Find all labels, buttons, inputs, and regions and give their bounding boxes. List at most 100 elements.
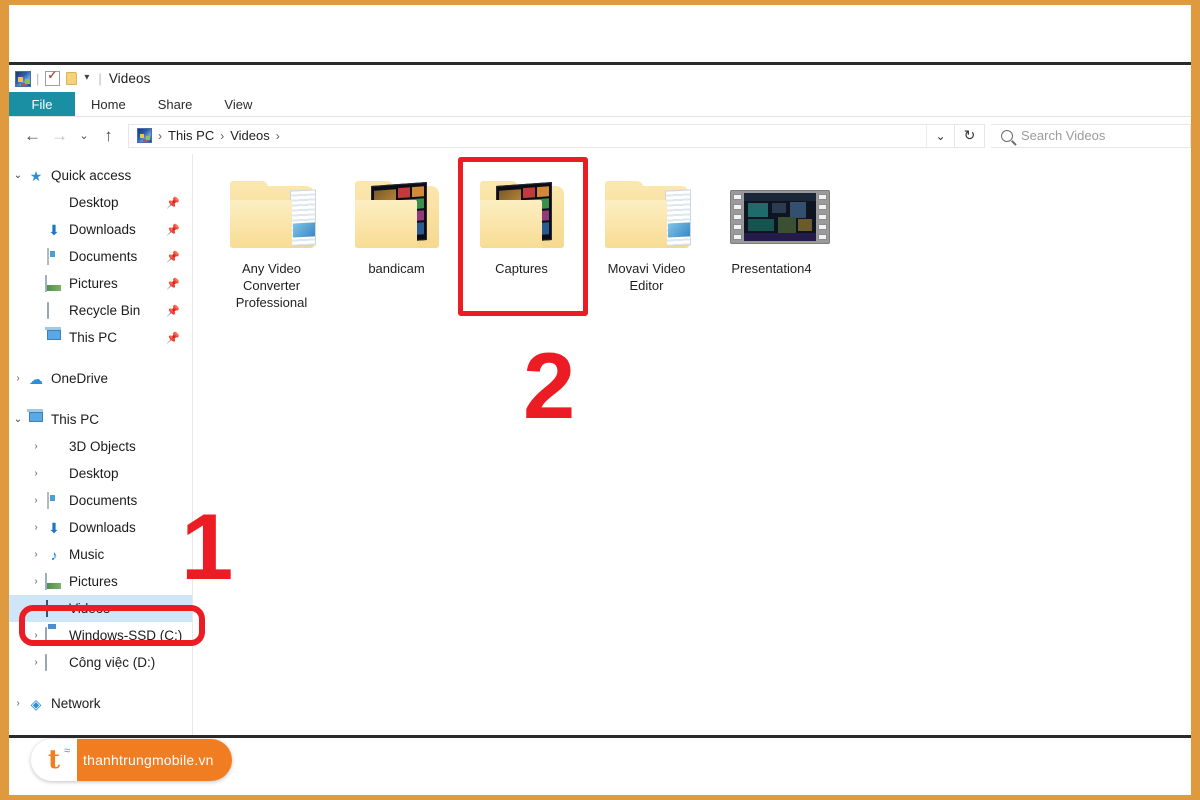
breadcrumb-videos[interactable]: Videos [226,128,274,143]
refresh-button[interactable]: ↻ [955,123,985,148]
desktop-icon [45,195,63,211]
sidebar-group-quick-access[interactable]: ⌄ ★ Quick access [9,162,192,189]
address-bar[interactable]: › This PC › Videos › ⌄ [128,123,955,148]
sidebar-item-recycle-bin[interactable]: Recycle Bin 📌 [9,297,192,324]
sidebar-item-documents[interactable]: › Documents [9,487,192,514]
file-item-presentation4[interactable]: Presentation4 [709,168,834,277]
document-icon [45,491,63,509]
file-item-movavi-video-editor[interactable]: Movavi Video Editor [584,168,709,294]
download-icon: ⬇ [48,221,60,238]
cloud-icon: ☁ [29,370,43,387]
chevron-right-icon[interactable]: › [27,468,45,479]
chevron-right-icon[interactable]: › [9,698,27,709]
tab-view[interactable]: View [208,92,268,116]
sidebar-item-music[interactable]: › ♪ Music [9,541,192,568]
chevron-right-icon[interactable]: › [27,522,45,533]
sidebar-item-label: Downloads [69,520,136,535]
file-explorer-window: | ▾ | Videos File Home Share View ← → ⌄ … [9,62,1191,738]
pin-icon[interactable]: 📌 [166,250,180,263]
back-button[interactable]: ← [19,122,46,150]
content-pane[interactable]: Any Video Converter Professional bandica… [193,154,1191,735]
folder-icon [599,174,695,252]
network-icon: ◈ [30,695,42,712]
sidebar-item-label: Windows-SSD (C:) [69,628,183,643]
orange-photo-frame: | ▾ | Videos File Home Share View ← → ⌄ … [0,0,1200,800]
tab-home[interactable]: Home [75,92,142,116]
chevron-down-icon[interactable]: ⌄ [9,414,27,425]
recent-locations-icon[interactable]: ⌄ [73,122,95,150]
sidebar-item-cong-viec-d[interactable]: › Công việc (D:) [9,649,192,676]
sidebar-item-desktop[interactable]: › Desktop [9,460,192,487]
breadcrumb-separator-2: › [275,128,280,143]
chevron-right-icon[interactable]: › [27,495,45,506]
pin-icon[interactable]: 📌 [166,277,180,290]
sidebar-item-label: Network [51,696,101,711]
picture-icon [45,572,63,590]
breadcrumb-this-pc[interactable]: This PC [164,128,218,143]
pin-icon[interactable]: 📌 [166,223,180,236]
sidebar-item-this-pc-qa[interactable]: This PC 📌 [9,324,192,351]
tab-share[interactable]: Share [142,92,209,116]
sidebar-item-label: Documents [69,493,138,508]
new-folder-icon[interactable] [63,70,80,87]
search-box[interactable]: Search Videos [991,123,1191,148]
3d-objects-icon [45,439,63,455]
sidebar-item-windows-ssd-c[interactable]: › Windows-SSD (C:) [9,622,192,649]
chevron-down-icon[interactable]: ▾ [82,72,93,86]
this-pc-icon [27,412,45,428]
tab-file[interactable]: File [9,92,75,116]
watermark-badge: t ≈ thanhtrungmobile.vn [31,739,232,781]
sidebar-item-downloads-qa[interactable]: ⬇ Downloads 📌 [9,216,192,243]
address-bar-icon [137,128,152,143]
forward-button[interactable]: → [46,122,73,150]
step-2-number: 2 [523,333,576,438]
sidebar-label-quick-access: Quick access [51,168,132,183]
file-item-captures[interactable]: Captures [459,168,584,277]
sidebar-item-videos[interactable]: › Videos [9,595,192,622]
pin-icon[interactable]: 📌 [166,304,180,317]
pin-icon[interactable]: 📌 [166,331,180,344]
address-dropdown-icon[interactable]: ⌄ [926,123,954,148]
watermark-logo: t ≈ [31,739,77,781]
recycle-bin-icon [45,301,63,319]
chevron-right-icon[interactable]: › [27,603,45,614]
sidebar-item-downloads[interactable]: › ⬇ Downloads [9,514,192,541]
sidebar-item-label: OneDrive [51,371,109,386]
chevron-right-icon[interactable]: › [27,630,45,641]
sidebar-item-pictures-qa[interactable]: Pictures 📌 [9,270,192,297]
file-item-any-video-converter-professional[interactable]: Any Video Converter Professional [209,168,334,311]
chevron-right-icon[interactable]: › [27,441,45,452]
sidebar-item-onedrive[interactable]: › ☁ OneDrive [9,365,192,392]
pin-icon[interactable]: 📌 [166,196,180,209]
sidebar-label-this-pc: This PC [51,412,100,427]
file-grid: Any Video Converter Professional bandica… [209,168,1191,311]
folder-icon [224,174,320,252]
videos-icon [45,599,63,617]
chevron-right-icon[interactable]: › [27,549,45,560]
this-pc-icon [45,330,63,346]
file-item-bandicam[interactable]: bandicam [334,168,459,277]
file-item-label: Movavi Video Editor [607,261,686,293]
music-icon: ♪ [50,546,58,563]
properties-icon[interactable] [44,68,61,87]
sidebar-item-desktop-qa[interactable]: Desktop 📌 [9,189,192,216]
sidebar-item-network[interactable]: › ◈ Network [9,690,192,717]
address-bar-right: ⌄ [926,123,954,148]
sidebar-item-label: Videos [69,601,111,616]
chevron-right-icon[interactable]: › [27,657,45,668]
chevron-right-icon[interactable]: › [9,373,27,384]
breadcrumb-separator-0: › [158,128,162,143]
chevron-right-icon[interactable]: › [27,576,45,587]
sidebar-item-label: Downloads [69,222,136,237]
sidebar-item-label: Desktop [69,466,119,481]
document-icon [45,247,63,265]
sidebar-item-3d-objects[interactable]: › 3D Objects [9,433,192,460]
up-button[interactable]: ↑ [95,122,122,150]
search-input[interactable]: Search Videos [1021,128,1105,143]
chevron-down-icon[interactable]: ⌄ [9,170,27,181]
sidebar-item-label: Công việc (D:) [69,655,156,670]
sidebar-item-documents-qa[interactable]: Documents 📌 [9,243,192,270]
title-bar: | ▾ | Videos [9,65,1191,92]
sidebar-group-this-pc[interactable]: ⌄ This PC [9,406,192,433]
sidebar-item-pictures[interactable]: › Pictures [9,568,192,595]
